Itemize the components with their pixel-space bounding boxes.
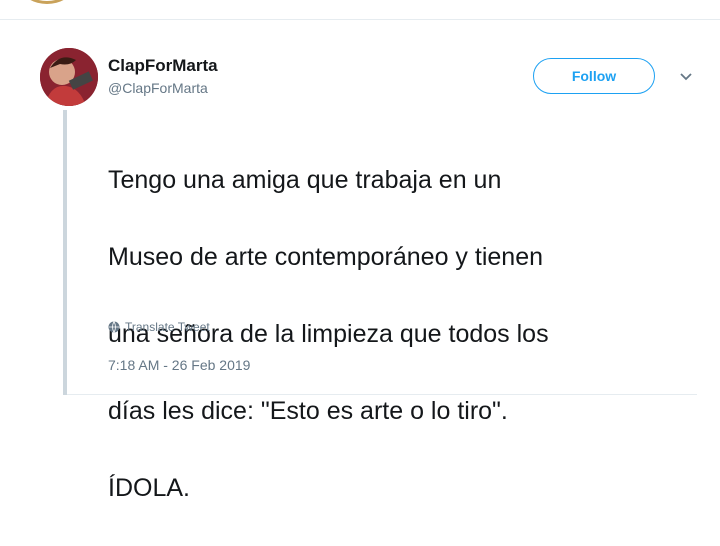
translate-tweet-link[interactable]: Translate Tweet: [108, 320, 210, 334]
tweet-text-line: Museo de arte contemporáneo y tienen: [108, 242, 543, 271]
thread-line: [63, 110, 67, 395]
tweet-timestamp[interactable]: 7:18 AM - 26 Feb 2019: [108, 357, 250, 373]
top-bar: [0, 0, 720, 20]
top-avatar-fragment: [22, 0, 72, 4]
tweet-text-line: ÍDOLA.: [108, 473, 190, 502]
chevron-down-icon[interactable]: [676, 66, 696, 86]
user-handle[interactable]: @ClapForMarta: [108, 80, 208, 96]
translate-label: Translate Tweet: [125, 320, 210, 334]
tweet-text-line: Tengo una amiga que trabaja en un: [108, 165, 502, 194]
tweet-text-line: días les dice: "Esto es arte o lo tiro".: [108, 396, 508, 425]
globe-icon: [108, 321, 120, 333]
follow-button[interactable]: Follow: [533, 58, 655, 94]
avatar-image: [40, 48, 98, 106]
display-name[interactable]: ClapForMarta: [108, 56, 218, 76]
avatar[interactable]: [40, 48, 98, 106]
